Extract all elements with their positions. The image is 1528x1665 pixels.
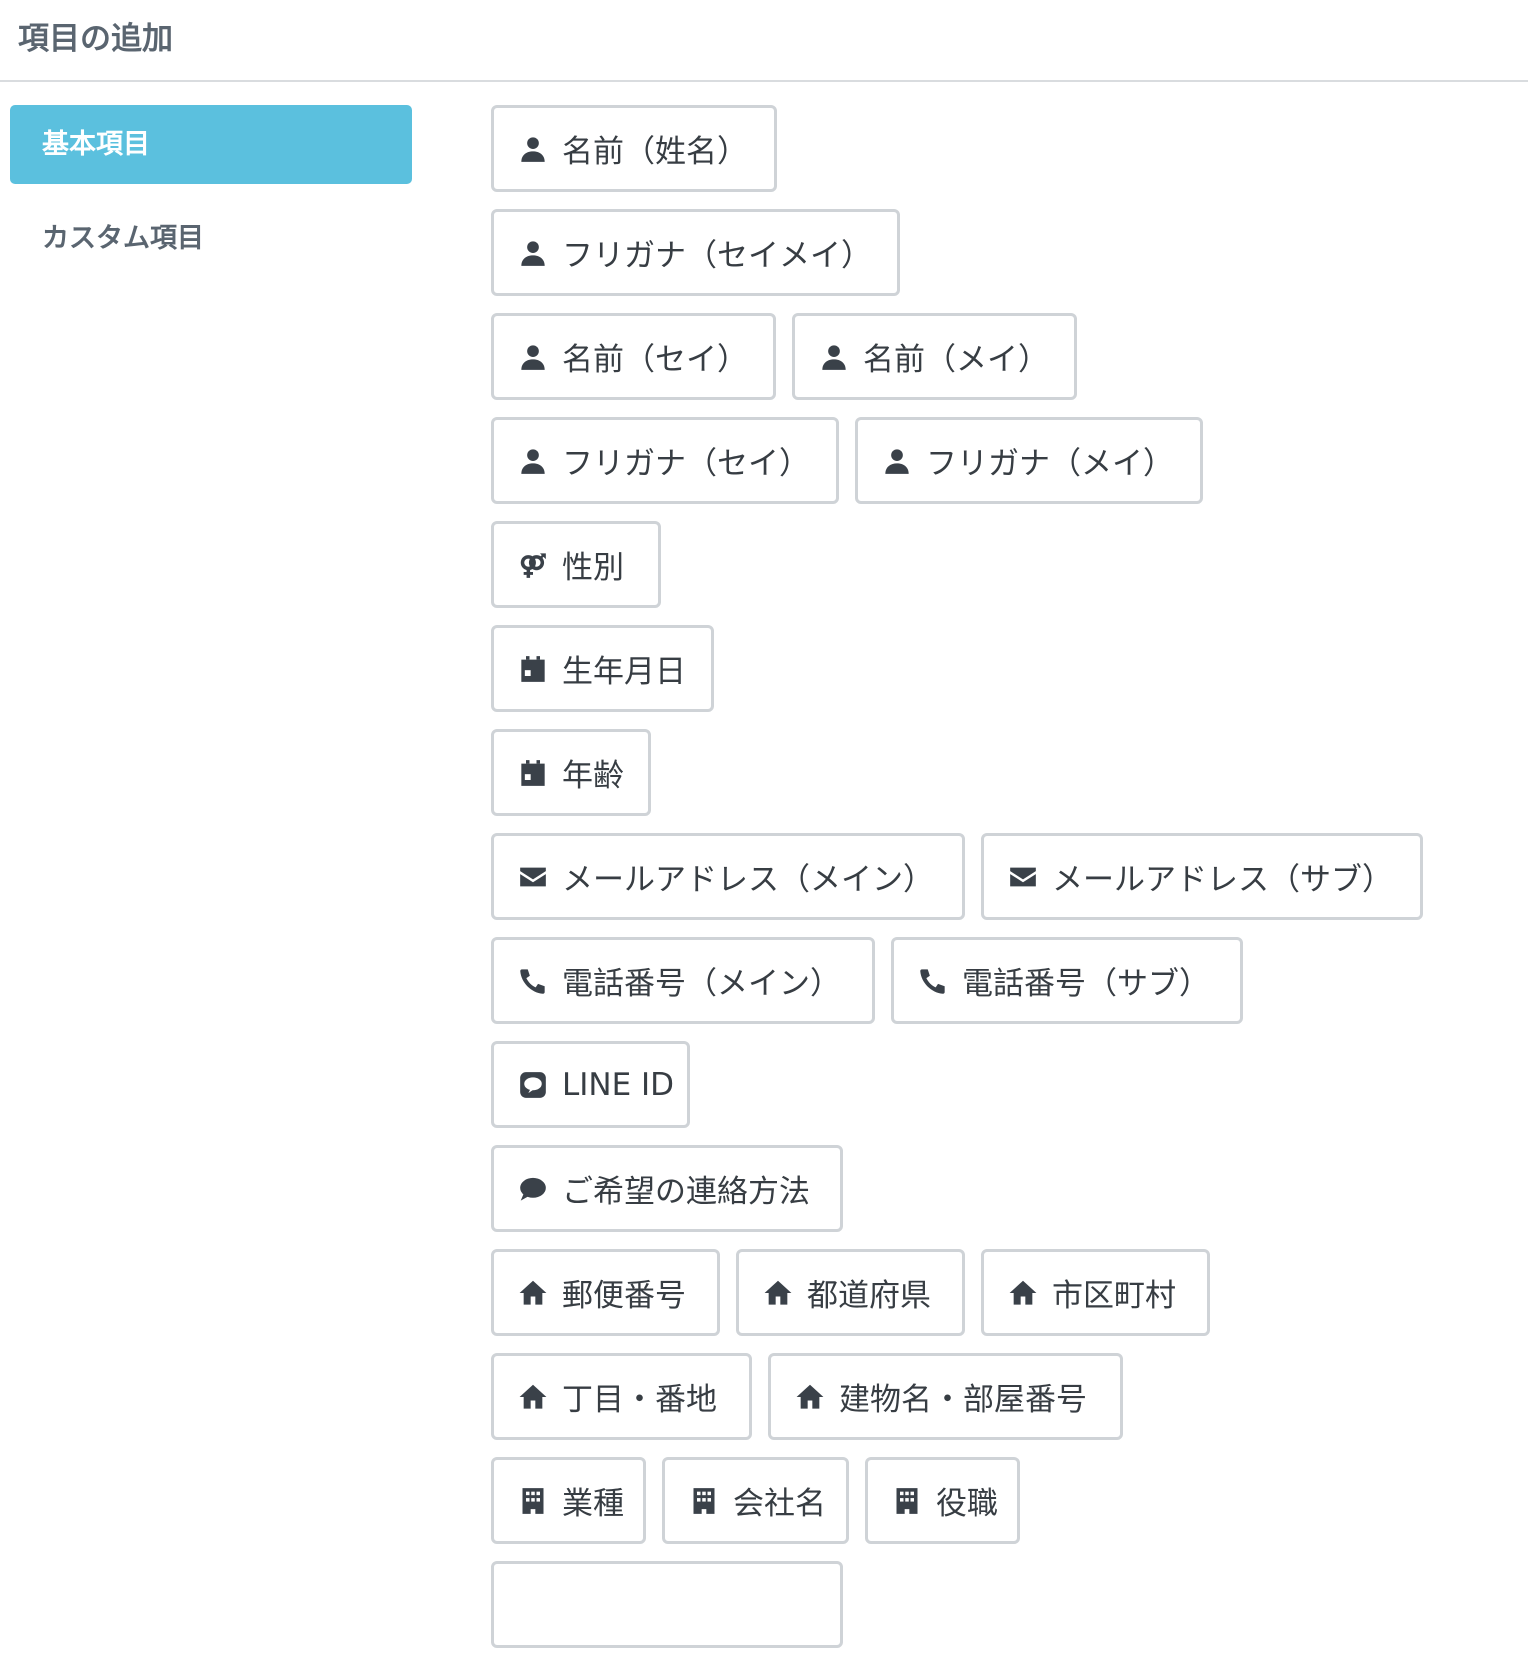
home-icon — [518, 1382, 548, 1412]
phone-icon — [918, 966, 948, 996]
field-button-contact-method[interactable]: ご希望の連絡方法 — [491, 1145, 843, 1232]
user-icon — [518, 238, 548, 268]
field-button-street[interactable]: 丁目・番地 — [491, 1353, 752, 1440]
comment-icon — [518, 1174, 548, 1204]
home-icon — [795, 1382, 825, 1412]
field-button-gender[interactable]: 性別 — [491, 521, 661, 608]
user-icon — [518, 342, 548, 372]
home-icon — [518, 1278, 548, 1308]
building-icon — [892, 1486, 922, 1516]
field-button-building[interactable]: 建物名・部屋番号 — [768, 1353, 1123, 1440]
phone-icon — [518, 966, 548, 996]
field-button-email-sub[interactable]: メールアドレス（サブ） — [981, 833, 1423, 920]
field-button-industry[interactable]: 業種 — [491, 1457, 646, 1544]
field-button-partial[interactable] — [491, 1561, 843, 1648]
user-icon — [882, 446, 912, 476]
field-list: 名前（姓名） フリガナ（セイメイ） 名前（セイ） 名前（メイ） フリガナ（セイ）… — [491, 105, 1521, 1665]
field-button-name-mei[interactable]: 名前（メイ） — [792, 313, 1077, 400]
venus-mars-icon — [518, 550, 548, 580]
field-button-birthday[interactable]: 生年月日 — [491, 625, 714, 712]
field-button-postal-code[interactable]: 郵便番号 — [491, 1249, 720, 1336]
line-icon — [518, 1070, 548, 1100]
field-button-name-full[interactable]: 名前（姓名） — [491, 105, 777, 192]
field-button-kana-sei[interactable]: フリガナ（セイ） — [491, 417, 839, 504]
field-button-kana-full[interactable]: フリガナ（セイメイ） — [491, 209, 900, 296]
header: 項目の追加 — [0, 0, 1528, 82]
field-button-position[interactable]: 役職 — [865, 1457, 1020, 1544]
field-button-city[interactable]: 市区町村 — [981, 1249, 1210, 1336]
calendar-icon — [518, 654, 548, 684]
field-button-age[interactable]: 年齢 — [491, 729, 651, 816]
user-icon — [819, 342, 849, 372]
user-icon — [518, 446, 548, 476]
building-icon — [689, 1486, 719, 1516]
field-button-email-main[interactable]: メールアドレス（メイン） — [491, 833, 965, 920]
field-button-kana-mei[interactable]: フリガナ（メイ） — [855, 417, 1203, 504]
building-icon — [518, 1486, 548, 1516]
envelope-icon — [518, 862, 548, 892]
field-button-phone-sub[interactable]: 電話番号（サブ） — [891, 937, 1243, 1024]
calendar-icon — [518, 758, 548, 788]
field-button-prefecture[interactable]: 都道府県 — [736, 1249, 965, 1336]
sidebar-item-custom[interactable]: カスタム項目 — [10, 199, 412, 278]
field-button-name-sei[interactable]: 名前（セイ） — [491, 313, 776, 400]
field-button-line-id[interactable]: LINE ID — [491, 1041, 690, 1128]
page-title: 項目の追加 — [18, 21, 173, 57]
field-button-company[interactable]: 会社名 — [662, 1457, 849, 1544]
user-icon — [518, 134, 548, 164]
home-icon — [763, 1278, 793, 1308]
home-icon — [1008, 1278, 1038, 1308]
sidebar-item-basic[interactable]: 基本項目 — [10, 105, 412, 184]
field-button-phone-main[interactable]: 電話番号（メイン） — [491, 937, 875, 1024]
envelope-icon — [1008, 862, 1038, 892]
